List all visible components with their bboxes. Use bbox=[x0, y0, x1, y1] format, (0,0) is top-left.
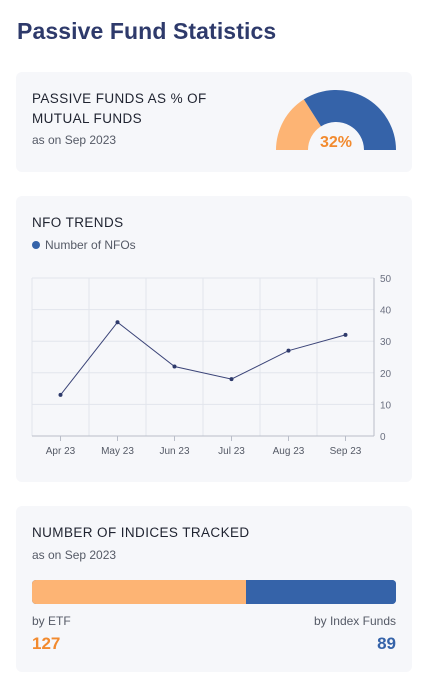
bar-segment-index-funds bbox=[246, 580, 396, 604]
indices-subtitle: as on Sep 2023 bbox=[32, 548, 117, 562]
nfo-trends-heading: NFO TRENDS bbox=[32, 215, 124, 230]
chart-legend: Number of NFOs bbox=[32, 238, 136, 252]
y-tick-label: 40 bbox=[380, 306, 392, 317]
data-point bbox=[58, 392, 63, 397]
legend-dot-icon bbox=[32, 241, 40, 249]
index-funds-value: 89 bbox=[377, 634, 396, 653]
nfo-trends-card: NFO TRENDS Number of NFOs 0 10 20 30 40 50 Apr… bbox=[16, 196, 412, 482]
passive-share-card: PASSIVE FUNDS AS % OF MUTUAL FUNDS as on… bbox=[16, 72, 412, 172]
passive-share-subtitle: as on Sep 2023 bbox=[32, 133, 117, 147]
y-tick-label: 50 bbox=[380, 274, 392, 285]
y-tick-label: 20 bbox=[380, 369, 392, 380]
gauge-percent-label: 32% bbox=[320, 134, 352, 150]
x-tick-label: Sep 23 bbox=[330, 446, 362, 457]
passive-share-heading: PASSIVE FUNDS AS % OF MUTUAL FUNDS bbox=[32, 91, 207, 126]
y-tick-label: 30 bbox=[380, 337, 392, 348]
x-tick-label: May 23 bbox=[101, 446, 134, 457]
indices-stacked-bar bbox=[32, 580, 396, 604]
x-tick-label: Jun 23 bbox=[159, 446, 189, 457]
passive-share-gauge: 32% bbox=[276, 89, 396, 150]
legend-label: Number of NFOs bbox=[45, 238, 136, 252]
y-tick-label: 0 bbox=[380, 432, 386, 443]
data-point bbox=[343, 332, 348, 337]
etf-label: by ETF bbox=[32, 614, 71, 628]
x-tick-label: Jul 23 bbox=[218, 446, 245, 457]
indices-card: NUMBER OF INDICES TRACKED as on Sep 2023… bbox=[16, 506, 412, 672]
page-title: Passive Fund Statistics bbox=[17, 18, 277, 44]
data-point bbox=[286, 348, 291, 353]
data-point bbox=[115, 320, 120, 325]
data-point bbox=[229, 377, 234, 382]
x-tick-label: Aug 23 bbox=[273, 446, 305, 457]
etf-value: 127 bbox=[32, 634, 61, 653]
index-funds-label: by Index Funds bbox=[313, 614, 396, 628]
bar-segment-etf bbox=[32, 580, 247, 604]
nfo-line-chart: 0 10 20 30 40 50 Apr 23 May 23 Jun 23 Jul 23 Aug 2… bbox=[31, 274, 392, 457]
y-tick-label: 10 bbox=[380, 400, 392, 411]
data-point bbox=[172, 364, 177, 369]
x-tick-label: Apr 23 bbox=[46, 446, 76, 457]
indices-heading: NUMBER OF INDICES TRACKED bbox=[32, 525, 250, 540]
